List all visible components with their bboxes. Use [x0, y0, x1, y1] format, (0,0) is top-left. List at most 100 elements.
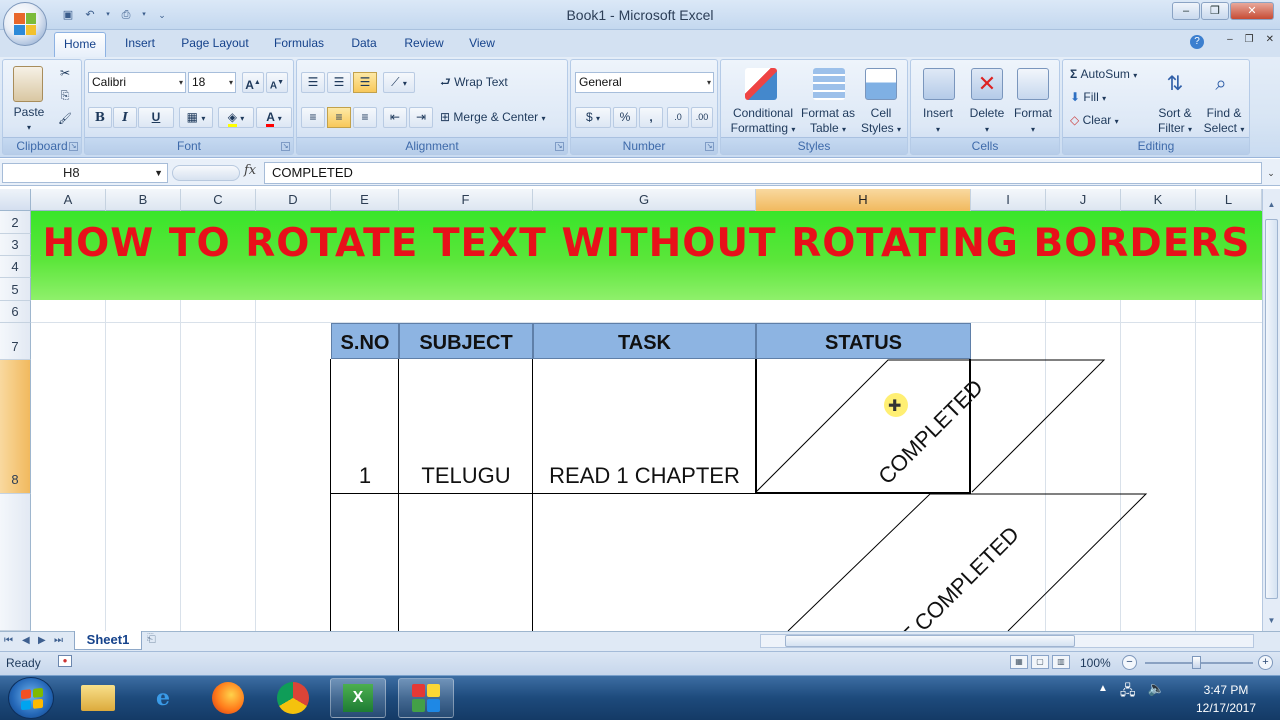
name-box[interactable]: H8 ▼: [2, 163, 168, 183]
vertical-scroll-thumb[interactable]: [1265, 219, 1278, 599]
increase-decimal-icon[interactable]: .0: [667, 107, 689, 128]
merge-center-button[interactable]: ⊞ Merge & Center ▾: [439, 107, 565, 128]
help-icon[interactable]: ?: [1190, 35, 1204, 49]
show-hidden-icons-icon[interactable]: ▲: [1098, 683, 1108, 704]
workbook-minimize-icon[interactable]: –: [1227, 34, 1233, 45]
horizontal-scrollbar[interactable]: [760, 634, 1254, 648]
tab-insert[interactable]: Insert: [114, 32, 166, 57]
minimize-button[interactable]: –: [1172, 2, 1200, 20]
zoom-in-icon[interactable]: +: [1258, 655, 1273, 670]
column-header-l[interactable]: L: [1196, 189, 1262, 211]
restore-button[interactable]: ❐: [1201, 2, 1229, 20]
row-header-7[interactable]: 7: [0, 323, 31, 360]
increase-indent-icon[interactable]: ⇥: [409, 107, 433, 128]
delete-cells-button[interactable]: Delete ▾: [963, 106, 1011, 137]
column-header-g[interactable]: G: [533, 189, 756, 211]
align-top-icon[interactable]: ☰: [301, 72, 325, 93]
file-explorer-icon[interactable]: [70, 678, 126, 718]
column-header-j[interactable]: J: [1046, 189, 1121, 211]
column-header-i[interactable]: I: [971, 189, 1046, 211]
fill-color-button[interactable]: ◈ ▾: [218, 107, 254, 128]
paste-button[interactable]: Paste: [7, 105, 51, 120]
font-name-combo[interactable]: Calibri ▾: [88, 72, 186, 93]
scroll-up-icon[interactable]: ▲: [1265, 199, 1278, 211]
row-header-9[interactable]: [0, 494, 31, 631]
header-sno[interactable]: S.NO: [331, 323, 399, 359]
row-header-5[interactable]: 5: [0, 278, 31, 301]
align-center-icon[interactable]: ≡: [327, 107, 351, 128]
column-header-d[interactable]: D: [256, 189, 331, 211]
column-header-a[interactable]: A: [31, 189, 106, 211]
office-button[interactable]: [3, 2, 47, 46]
format-as-table-button[interactable]: Format as Table ▾: [799, 106, 857, 137]
first-sheet-icon[interactable]: ⏮: [4, 635, 13, 646]
next-sheet-icon[interactable]: ▶: [38, 635, 46, 646]
percent-button[interactable]: %: [613, 107, 637, 128]
comma-button[interactable]: ,: [639, 107, 663, 128]
number-launcher-icon[interactable]: ↘: [705, 142, 714, 151]
row-header-6[interactable]: 6: [0, 301, 31, 323]
column-header-c[interactable]: C: [181, 189, 256, 211]
orientation-icon[interactable]: ⟋ ▾: [383, 72, 415, 93]
expand-formula-bar-icon[interactable]: ⌄: [1264, 162, 1278, 184]
shrink-font-button[interactable]: A▼: [266, 72, 288, 93]
column-header-f[interactable]: F: [399, 189, 533, 211]
internet-explorer-icon[interactable]: e: [135, 678, 191, 718]
zoom-out-icon[interactable]: −: [1122, 655, 1137, 670]
column-header-e[interactable]: E: [331, 189, 399, 211]
fill-button[interactable]: ⬇ Fill ▾: [1069, 87, 1155, 108]
find-select-button[interactable]: Find & Select ▾: [1199, 106, 1249, 137]
vertical-scrollbar[interactable]: ▲ ▼: [1262, 189, 1280, 631]
row-header-4[interactable]: 4: [0, 256, 31, 278]
tab-page-layout[interactable]: Page Layout: [172, 32, 258, 57]
tab-view[interactable]: View: [460, 32, 504, 57]
chrome-icon[interactable]: [265, 678, 321, 718]
normal-view-icon[interactable]: ▦: [1010, 655, 1028, 669]
zoom-slider-thumb[interactable]: [1192, 656, 1201, 669]
tab-home[interactable]: Home: [54, 32, 106, 57]
row-header-2[interactable]: 2: [0, 211, 31, 234]
align-left-icon[interactable]: ≡: [301, 107, 325, 128]
number-format-combo[interactable]: General ▾: [575, 72, 714, 93]
align-middle-icon[interactable]: ☰: [327, 72, 351, 93]
macro-record-icon[interactable]: ●: [58, 655, 72, 667]
page-break-view-icon[interactable]: ▥: [1052, 655, 1070, 669]
decrease-indent-icon[interactable]: ⇤: [383, 107, 407, 128]
decrease-decimal-icon[interactable]: .00: [691, 107, 713, 128]
grow-font-button[interactable]: A▲: [242, 72, 264, 93]
page-layout-view-icon[interactable]: ▢: [1031, 655, 1049, 669]
bold-button[interactable]: B: [88, 107, 112, 128]
clear-button[interactable]: ◇ Clear ▾: [1069, 110, 1155, 131]
cell-subject[interactable]: TELUGU: [399, 463, 533, 489]
font-color-button[interactable]: A ▾: [256, 107, 292, 128]
clipboard-launcher-icon[interactable]: ↘: [69, 142, 78, 151]
cell-styles-button[interactable]: Cell Styles ▾: [857, 106, 905, 137]
tab-data[interactable]: Data: [340, 32, 388, 57]
align-right-icon[interactable]: ≡: [353, 107, 377, 128]
underline-button[interactable]: U: [138, 107, 174, 128]
formula-bar-splitter[interactable]: [172, 165, 240, 181]
format-painter-icon[interactable]: 🖌: [57, 112, 73, 127]
workbook-restore-icon[interactable]: ❐: [1245, 34, 1254, 45]
borders-button[interactable]: ▦ ▾: [179, 107, 213, 128]
insert-function-icon[interactable]: fx: [244, 163, 256, 178]
zoom-level[interactable]: 100%: [1080, 656, 1111, 670]
insert-cells-button[interactable]: Insert ▾: [915, 106, 961, 137]
workbook-close-icon[interactable]: ✕: [1266, 34, 1274, 45]
last-sheet-icon[interactable]: ⏭: [54, 635, 63, 646]
header-task[interactable]: TASK: [533, 323, 756, 359]
paste-icon[interactable]: [13, 66, 43, 102]
app-launcher-icon[interactable]: [398, 678, 454, 718]
row-header-8[interactable]: 8: [0, 360, 31, 494]
paste-dropdown-icon[interactable]: ▾: [21, 120, 37, 135]
row-header-3[interactable]: 3: [0, 234, 31, 256]
volume-icon[interactable]: 🔈: [1148, 680, 1165, 704]
font-size-combo[interactable]: 18 ▾: [188, 72, 236, 93]
select-all-button[interactable]: [0, 189, 31, 211]
close-button[interactable]: ✕: [1230, 2, 1274, 20]
formula-input[interactable]: COMPLETED: [264, 162, 1262, 184]
alignment-launcher-icon[interactable]: ↘: [555, 142, 564, 151]
conditional-formatting-button[interactable]: Conditional Formatting ▾: [723, 106, 803, 137]
clock[interactable]: 3:47 PM 12/17/2017: [1186, 681, 1266, 717]
tab-formulas[interactable]: Formulas: [266, 32, 332, 57]
